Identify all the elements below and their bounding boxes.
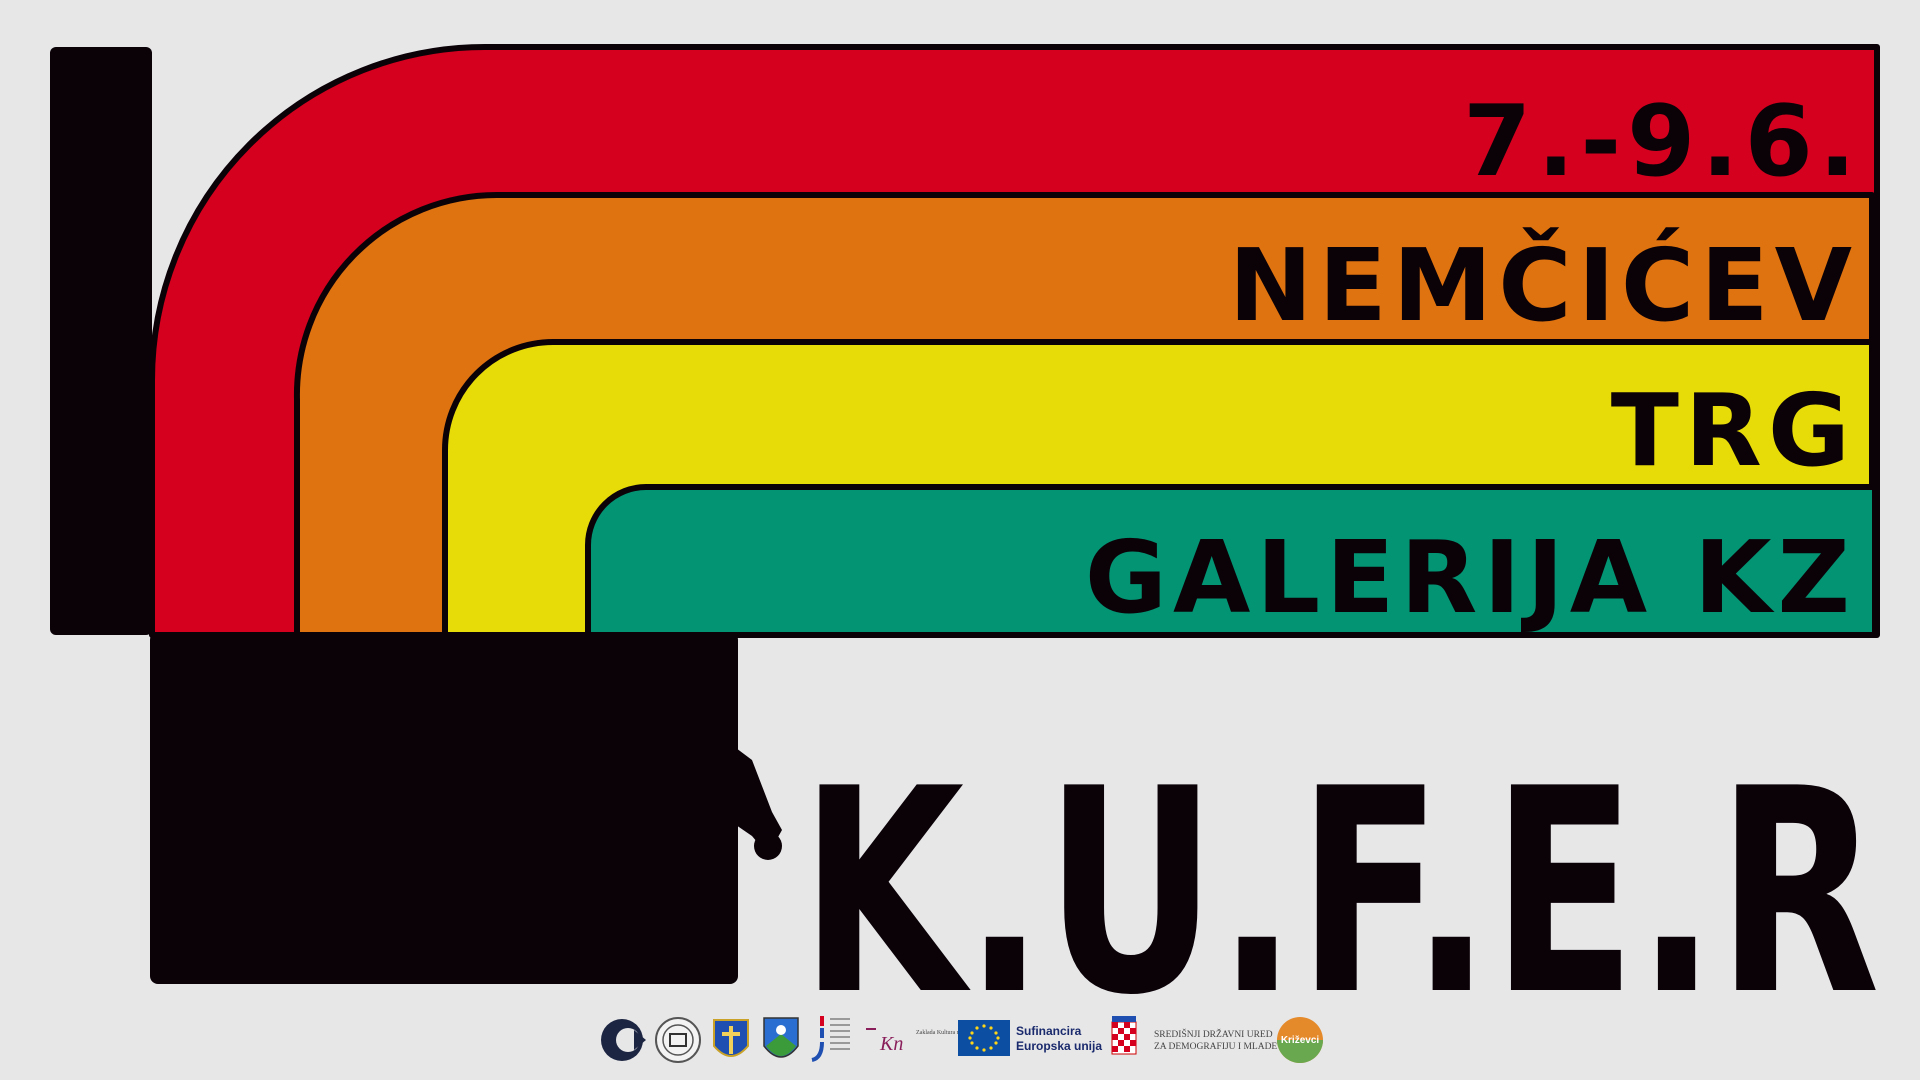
brand-kufer: K.U.F.E.R [800, 728, 1880, 1057]
venue-trg: TRG [1611, 372, 1856, 489]
event-dates: 7.-9.6. [1463, 85, 1862, 199]
eu-line-2: Europska unija [1016, 1039, 1102, 1053]
seal-logo-icon [655, 1017, 701, 1063]
ministry-logo-icon [811, 1016, 850, 1062]
eu-line-1: Sufinancira [1016, 1024, 1082, 1038]
office-line-2: ZA DEMOGRAFIJU I MLADE [1154, 1042, 1277, 1052]
croatia-coat-of-arms-icon [1111, 1016, 1137, 1055]
county-coat-of-arms-icon [713, 1019, 749, 1057]
krizevci-logo-icon: Križevci [1277, 1017, 1323, 1063]
svg-text:Kn: Kn [879, 1033, 903, 1055]
kz-logo-icon [601, 1019, 646, 1061]
svg-text:Križevci: Križevci [1281, 1035, 1320, 1046]
left-bar [50, 47, 152, 635]
suitcase-block [150, 632, 738, 984]
eu-flag-icon [958, 1020, 1010, 1056]
suitcase-knob [754, 832, 782, 860]
sponsor-strip: Kn Zaklada Kultura nova Sufinancira Euro… [601, 1016, 1323, 1063]
kultura-nova-logo-icon: Kn Zaklada Kultura nova [866, 1028, 969, 1055]
festival-poster: 7.-9.6. NEMČIĆEV TRG GALERIJA KZ K.U.F.E… [0, 0, 1920, 1080]
venue-nemcicev: NEMČIĆEV [1229, 227, 1858, 344]
city-coat-of-arms-icon [763, 1017, 799, 1058]
venue-galerija: GALERIJA KZ [1085, 519, 1856, 636]
office-line-1: SREDIŠNJI DRŽAVNI URED [1154, 1028, 1273, 1040]
